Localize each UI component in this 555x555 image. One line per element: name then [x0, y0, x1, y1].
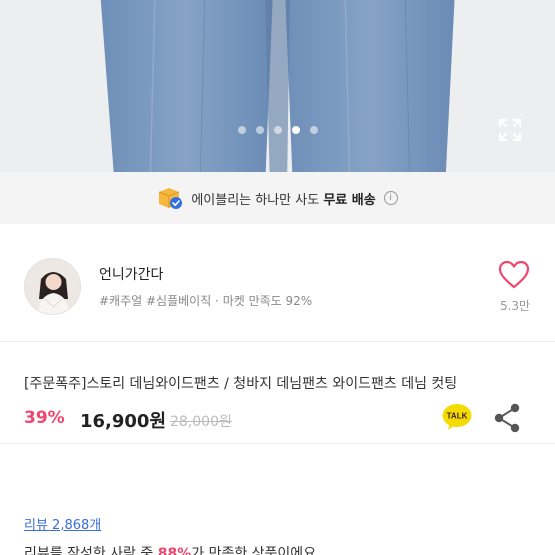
product-image [100, 0, 455, 172]
share-icon[interactable] [493, 403, 521, 433]
seller-row[interactable]: 언니가간다 #캐주얼 #심플베이직 · 마켓 만족도 92% 5.3만 [0, 224, 555, 342]
seller-name[interactable]: 언니가간다 [99, 264, 163, 284]
review-summary: 리뷰를 작성한 사람 중 88%가 만족한 상품이에요 [24, 543, 316, 555]
sale-price: 16,900원 [80, 411, 167, 432]
gallery-dot[interactable] [291, 126, 300, 134]
seller-tags: #캐주얼 #심플베이직 · 마켓 만족도 92% [99, 294, 313, 308]
like-count: 5.3만 [499, 299, 531, 313]
info-icon[interactable]: i [383, 191, 398, 205]
product-title: [주문폭주]스토리 데님와이드팬츠 / 청바지 데님팬츠 와이드팬츠 데님 컷팅 [24, 376, 458, 392]
free-shipping-banner[interactable]: 에이블리는 하나만 사도 무료 배송 i [0, 172, 555, 224]
delivery-box-icon [159, 188, 183, 209]
shipping-text: 에이블리는 하나만 사도 무료 배송 [191, 192, 376, 208]
gallery-dot[interactable] [237, 126, 246, 134]
expand-icon[interactable] [497, 117, 523, 143]
heart-icon[interactable] [498, 260, 530, 290]
gallery-pagination [0, 126, 555, 134]
satisfaction-percent: 88% [157, 546, 192, 555]
avatar-image [25, 259, 80, 314]
product-info: [주문폭주]스토리 데님와이드팬츠 / 청바지 데님팬츠 와이드팬츠 데님 컷팅… [0, 343, 555, 443]
original-price: 28,000원 [170, 414, 232, 430]
gallery-dot[interactable] [255, 126, 264, 134]
discount-rate: 39% [24, 408, 65, 428]
section-divider [0, 443, 555, 501]
gallery-dot[interactable] [309, 126, 318, 134]
talk-label: TALK [447, 412, 468, 421]
product-image-gallery[interactable] [0, 0, 555, 172]
free-shipping-label: 무료 배송 [323, 192, 376, 208]
gallery-dot[interactable] [273, 126, 282, 134]
seller-avatar[interactable] [24, 258, 81, 315]
kakao-talk-share-icon[interactable]: TALK [442, 403, 472, 431]
review-count-link[interactable]: 리뷰 2,868개 [24, 514, 101, 533]
